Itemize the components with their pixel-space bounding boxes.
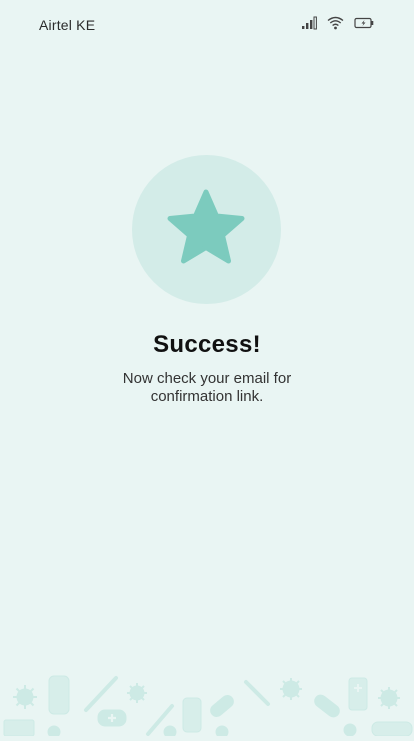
status-bar: Airtel KE (0, 0, 414, 50)
success-title: Success! (153, 331, 261, 358)
success-badge (132, 155, 281, 304)
status-icons (301, 16, 374, 30)
thermometer-icon (244, 680, 270, 706)
star-icon (167, 189, 245, 264)
carrier-name: Airtel KE (39, 17, 96, 33)
medicine-box-icon (348, 677, 368, 711)
signal-icon (301, 16, 317, 30)
pill-icon (314, 694, 340, 718)
virus-icon (13, 685, 37, 709)
virus-icon (378, 687, 400, 709)
bottle-icon (182, 697, 202, 733)
medical-pattern-footer (0, 660, 414, 739)
thermometer-icon (84, 676, 118, 712)
virus-icon (127, 683, 147, 703)
first-aid-icon (97, 709, 127, 727)
battery-icon (354, 17, 374, 29)
wifi-icon (327, 16, 344, 30)
success-message: Now check your email for confirmation li… (122, 370, 292, 405)
virus-icon (280, 678, 302, 700)
bottle-icon (48, 675, 70, 715)
pill-icon (210, 695, 234, 717)
